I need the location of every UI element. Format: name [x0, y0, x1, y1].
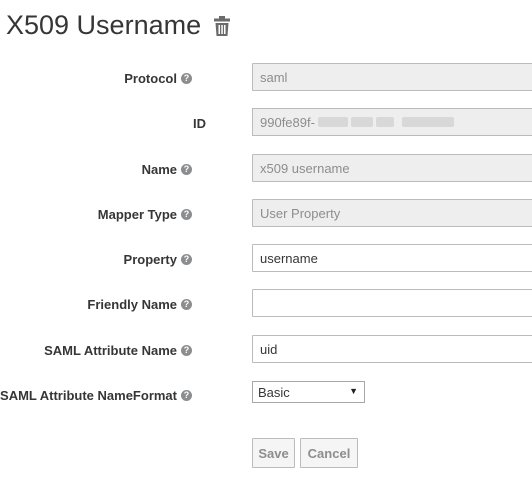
help-icon[interactable]: ?	[181, 208, 192, 220]
help-icon[interactable]: ?	[181, 344, 192, 356]
nameformat-selected-value: Basic	[258, 384, 290, 400]
mapper-type-row: Mapper Type ? User Property	[0, 199, 532, 229]
mapper-type-value: User Property	[260, 205, 341, 221]
property-label: Property ?	[124, 244, 192, 274]
property-input[interactable]	[252, 244, 532, 272]
saml-attribute-name-label-text: SAML Attribute Name	[44, 342, 177, 358]
id-label: ID	[193, 108, 206, 138]
page-title-text: X509 Username	[6, 10, 202, 40]
name-label: Name ?	[142, 154, 192, 184]
saml-attribute-name-row: SAML Attribute Name ?	[0, 335, 532, 365]
saml-attribute-nameformat-label: SAML Attribute NameFormat ?	[0, 380, 192, 410]
save-button[interactable]: Save	[252, 438, 295, 468]
mapper-type-label: Mapper Type ?	[98, 199, 192, 229]
mapper-type-label-text: Mapper Type	[97, 206, 177, 222]
id-field: 990fe89f-	[252, 108, 532, 136]
redacted-block	[350, 117, 373, 127]
protocol-value: saml	[260, 69, 288, 85]
protocol-label-text: Protocol	[124, 70, 177, 86]
redacted-block	[375, 117, 394, 127]
name-label-text: Name	[141, 161, 177, 177]
name-row: Name ? x509 username	[0, 154, 532, 184]
help-icon[interactable]: ?	[181, 389, 192, 401]
redacted-block	[401, 117, 454, 127]
protocol-field: saml	[252, 63, 532, 91]
dropdown-arrow-icon: ▼	[349, 386, 358, 396]
help-icon[interactable]: ?	[181, 163, 192, 175]
protocol-label: Protocol ?	[124, 63, 192, 93]
trash-icon[interactable]	[213, 15, 231, 37]
help-icon[interactable]: ?	[181, 253, 192, 265]
friendly-name-label-text: Friendly Name	[87, 296, 177, 312]
saml-attribute-name-label: SAML Attribute Name ?	[44, 335, 192, 365]
id-row: ID 990fe89f-	[0, 108, 532, 138]
saml-attribute-name-input[interactable]	[252, 335, 532, 363]
protocol-row: Protocol ? saml	[0, 63, 532, 93]
friendly-name-input[interactable]	[252, 289, 532, 317]
name-field: x509 username	[252, 154, 532, 182]
friendly-name-row: Friendly Name ?	[0, 289, 532, 319]
name-value: x509 username	[260, 160, 350, 176]
saml-attribute-nameformat-row: SAML Attribute NameFormat ? Basic ▼	[0, 380, 532, 410]
cancel-button[interactable]: Cancel	[300, 438, 358, 468]
property-row: Property ?	[0, 244, 532, 274]
mapper-type-field: User Property	[252, 199, 532, 227]
id-label-text: ID	[193, 115, 206, 131]
id-value: 990fe89f-	[260, 114, 315, 130]
redacted-block	[317, 117, 348, 127]
saml-attribute-nameformat-label-text: SAML Attribute NameFormat	[0, 387, 177, 403]
help-icon[interactable]: ?	[181, 298, 192, 310]
friendly-name-label: Friendly Name ?	[87, 289, 192, 319]
nameformat-select[interactable]: Basic ▼	[252, 381, 365, 403]
property-label-text: Property	[123, 251, 177, 267]
help-icon[interactable]: ?	[181, 72, 192, 84]
page-title: X509 Username	[6, 10, 231, 41]
